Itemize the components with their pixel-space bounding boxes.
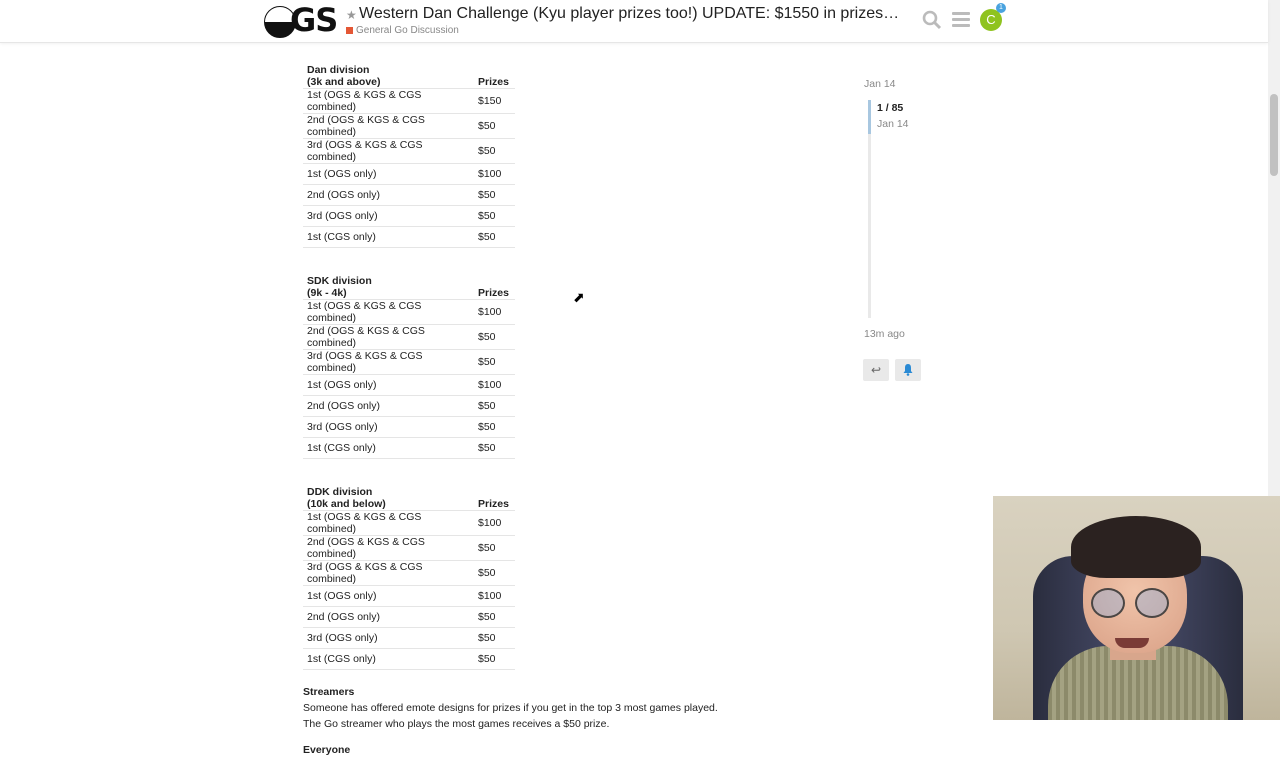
person-mouth <box>1115 638 1149 648</box>
timeline-scroll-handle[interactable] <box>868 100 871 134</box>
table-row: 1st (OGS & KGS & CGS combined) $100 <box>303 510 515 536</box>
sdk-division-table: SDK division (9k - 4k) Prizes 1st (OGS & … <box>303 265 515 459</box>
site-header: GS ★ Western Dan Challenge (Kyu player p… <box>0 0 1268 43</box>
logo-text: GS <box>290 1 338 39</box>
timeline-start-date[interactable]: Jan 14 <box>864 78 896 90</box>
category-badge[interactable]: General Go Discussion <box>346 25 459 36</box>
table-row: 1st (CGS only) $50 <box>303 437 515 459</box>
post-content: Dan division (3k and above) Prizes 1st (O… <box>303 54 863 758</box>
category-color-square <box>346 26 353 34</box>
table-row: 3rd (OGS & KGS & CGS combined) $50 <box>303 138 515 164</box>
table-row: 3rd (OGS only) $50 <box>303 205 515 227</box>
table-row: 2nd (OGS & KGS & CGS combined) $50 <box>303 113 515 139</box>
webcam-overlay <box>993 496 1280 720</box>
scrollbar-thumb[interactable] <box>1270 94 1278 176</box>
timeline-position: 1 / 85 <box>877 102 904 114</box>
prizes-header: Prizes <box>478 498 509 510</box>
category-name: General Go Discussion <box>356 25 459 36</box>
bell-icon <box>903 364 913 376</box>
pinned-icon: ★ <box>346 8 357 22</box>
table-row: 2nd (OGS only) $50 <box>303 606 515 628</box>
reply-button[interactable]: ↩ <box>863 359 889 381</box>
division-header: Dan division (3k and above) <box>307 64 381 88</box>
glasses-lens-left <box>1091 588 1125 618</box>
person-hair <box>1071 516 1201 578</box>
table-row: 1st (CGS only) $50 <box>303 648 515 670</box>
table-row: 1st (OGS & KGS & CGS combined) $150 <box>303 88 515 114</box>
reply-icon: ↩ <box>870 363 882 377</box>
hamburger-menu-icon[interactable] <box>952 12 970 28</box>
streamers-text-line: Someone has offered emote designs for pr… <box>303 702 718 714</box>
streamers-text-line: The Go streamer who plays the most games… <box>303 718 610 730</box>
table-row: 3rd (OGS only) $50 <box>303 627 515 649</box>
topic-title[interactable]: Western Dan Challenge (Kyu player prizes… <box>359 5 899 23</box>
table-row: 2nd (OGS only) $50 <box>303 184 515 206</box>
division-header: SDK division (9k - 4k) <box>307 275 372 299</box>
ddk-division-table: DDK division (10k and below) Prizes 1st (… <box>303 476 515 670</box>
dan-division-table: Dan division (3k and above) Prizes 1st (O… <box>303 54 515 248</box>
table-row: 3rd (OGS & KGS & CGS combined) $50 <box>303 349 515 375</box>
timeline-last-activity[interactable]: 13m ago <box>864 328 905 340</box>
streamers-heading: Streamers <box>303 686 355 698</box>
table-row: 2nd (OGS only) $50 <box>303 395 515 417</box>
everyone-heading: Everyone <box>303 744 351 756</box>
table-row: 1st (OGS only) $100 <box>303 374 515 396</box>
glasses-lens-right <box>1135 588 1169 618</box>
timeline-position-date: Jan 14 <box>877 118 909 130</box>
prizes-header: Prizes <box>478 287 509 299</box>
table-row: 3rd (OGS & KGS & CGS combined) $50 <box>303 560 515 586</box>
table-row: 3rd (OGS only) $50 <box>303 416 515 438</box>
site-logo[interactable]: GS <box>264 1 340 39</box>
table-row: 2nd (OGS & KGS & CGS combined) $50 <box>303 324 515 350</box>
table-row: 2nd (OGS & KGS & CGS combined) $50 <box>303 535 515 561</box>
table-row: 1st (OGS only) $100 <box>303 163 515 185</box>
notification-badge[interactable]: 1 <box>996 3 1006 13</box>
prizes-header: Prizes <box>478 76 509 88</box>
table-row: 1st (CGS only) $50 <box>303 226 515 248</box>
notification-level-button[interactable] <box>895 359 921 381</box>
division-header: DDK division (10k and below) <box>307 486 386 510</box>
search-icon[interactable] <box>922 10 942 30</box>
mouse-cursor-icon: ⬈ <box>573 289 585 305</box>
table-row: 1st (OGS & KGS & CGS combined) $100 <box>303 299 515 325</box>
table-row: 1st (OGS only) $100 <box>303 585 515 607</box>
